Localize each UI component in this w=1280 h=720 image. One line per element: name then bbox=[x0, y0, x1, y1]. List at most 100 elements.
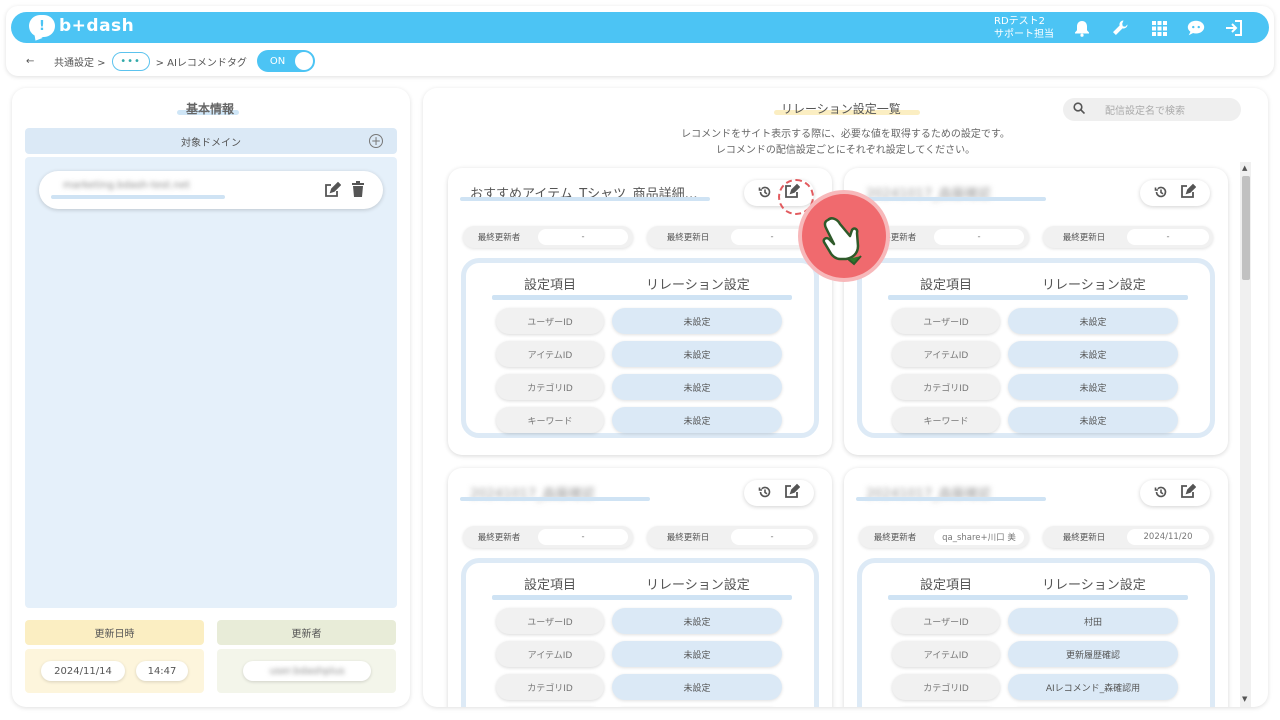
row-label: キーワード bbox=[496, 407, 604, 433]
row-label: キーワード bbox=[892, 407, 1000, 433]
history-icon[interactable] bbox=[1154, 184, 1168, 203]
relation-table: 設定項目 リレーション設定 ユーザーID 村田 アイテムID 更新履歴確認 カテゴリID… bbox=[857, 558, 1215, 707]
search-input[interactable]: 配信設定名で検索 bbox=[1063, 98, 1241, 121]
relation-value[interactable]: 未設定 bbox=[612, 374, 782, 400]
relation-value[interactable]: 村田 bbox=[1008, 608, 1178, 634]
search-placeholder: 配信設定名で検索 bbox=[1105, 106, 1185, 117]
add-domain-icon[interactable]: + bbox=[369, 134, 383, 148]
description-line-1: レコメンドをサイト表示する際に、必要な値を取得するための設定です。 bbox=[681, 129, 1010, 140]
top-bar: ! b+dash RDテスト2 サポート担当 bbox=[11, 12, 1269, 43]
col-header-relation: リレーション設定 bbox=[1042, 578, 1146, 593]
col-header-underline bbox=[888, 295, 1188, 300]
row-label: ユーザーID bbox=[496, 608, 604, 634]
history-icon[interactable] bbox=[1154, 484, 1168, 503]
scroll-thumb[interactable] bbox=[1242, 176, 1250, 280]
back-arrow-icon[interactable]: ← bbox=[26, 56, 40, 67]
last-updater-box: 最終更新者 - bbox=[463, 226, 633, 248]
col-header-underline bbox=[492, 295, 792, 300]
domain-header-label: 対象ドメイン bbox=[181, 137, 241, 149]
row-label: ユーザーID bbox=[892, 308, 1000, 334]
logout-icon[interactable] bbox=[1224, 18, 1244, 38]
relation-value[interactable]: AIレコメンド_森確認用 bbox=[1008, 674, 1178, 700]
chat-support-icon[interactable] bbox=[1186, 18, 1206, 38]
domain-value: marketing.bdash-test.net bbox=[63, 180, 190, 191]
last-updated-box: 最終更新日 - bbox=[647, 526, 817, 548]
updated-at-header: 更新日時 bbox=[25, 620, 204, 645]
edit-icon[interactable] bbox=[323, 181, 342, 203]
relation-value[interactable]: 未設定 bbox=[1008, 407, 1178, 433]
apps-grid-icon[interactable] bbox=[1149, 18, 1169, 38]
history-icon[interactable] bbox=[758, 484, 772, 503]
row-label: アイテムID bbox=[496, 641, 604, 667]
relation-card: 20241017_森藤確認 最終更新者 qa_share+川口 美 最終更新日 … bbox=[844, 468, 1228, 707]
relation-table: 設定項目 リレーション設定 ユーザーID 未設定 アイテムID 未設定 カテゴリID 未設… bbox=[461, 258, 819, 438]
history-icon[interactable] bbox=[758, 184, 772, 203]
description-line-2: レコメンドの配信設定ごとにそれぞれ設定してください。 bbox=[715, 145, 976, 156]
relation-table: 設定項目 リレーション設定 ユーザーID 未設定 アイテムID 未設定 カテゴリID 未設… bbox=[461, 558, 819, 707]
scroll-down-icon[interactable]: ▼ bbox=[1242, 695, 1247, 703]
domain-header: 対象ドメイン + bbox=[25, 128, 397, 154]
row-label: アイテムID bbox=[892, 641, 1000, 667]
relation-table: 設定項目 リレーション設定 ユーザーID 未設定 アイテムID 未設定 カテゴリID 未設… bbox=[857, 258, 1215, 438]
on-toggle[interactable]: ON bbox=[256, 50, 315, 72]
row-label: カテゴリID bbox=[496, 674, 604, 700]
col-header-item: 設定項目 bbox=[524, 578, 577, 593]
card-actions bbox=[1140, 180, 1210, 206]
relation-value[interactable]: 未設定 bbox=[612, 608, 782, 634]
app-header: ! b+dash RDテスト2 サポート担当 ← 共通設定 > ••• > AI… bbox=[6, 6, 1274, 76]
edit-icon[interactable] bbox=[1180, 483, 1197, 503]
relations-title: リレーション設定一覧 bbox=[781, 102, 901, 116]
row-label: カテゴリID bbox=[496, 374, 604, 400]
breadcrumb-common-settings[interactable]: 共通設定 > bbox=[54, 54, 106, 69]
updater-header: 更新者 bbox=[217, 620, 396, 645]
user-info[interactable]: RDテスト2 サポート担当 bbox=[994, 15, 1054, 41]
relation-value[interactable]: 未設定 bbox=[1008, 308, 1178, 334]
card-actions bbox=[1140, 480, 1210, 506]
last-updater-value: - bbox=[538, 529, 628, 545]
col-header-relation: リレーション設定 bbox=[1042, 278, 1146, 293]
updater-body: user.bdashplus bbox=[217, 649, 396, 693]
last-updater-value: qa_share+川口 美 bbox=[934, 529, 1024, 545]
last-updater-box: 最終更新者 - bbox=[463, 526, 633, 548]
row-label: ユーザーID bbox=[496, 308, 604, 334]
logo-bubble-icon: ! bbox=[29, 15, 55, 37]
relation-card: おすすめアイテム_Tシャツ_商品詳細… 最終更新者 - 最終更新日 - 設定項目 bbox=[448, 168, 832, 455]
last-updated-value: 2024/11/20 bbox=[1127, 529, 1209, 545]
row-label: アイテムID bbox=[892, 341, 1000, 367]
last-updater-label: 最終更新者 bbox=[477, 533, 521, 543]
last-updated-label: 最終更新日 bbox=[1062, 233, 1106, 243]
relation-value[interactable]: 未設定 bbox=[612, 674, 782, 700]
relation-value[interactable]: 未設定 bbox=[612, 308, 782, 334]
last-updated-box: 最終更新日 - bbox=[647, 226, 817, 248]
relation-value[interactable]: 更新履歴確認 bbox=[1008, 641, 1178, 667]
domain-underline bbox=[51, 195, 225, 199]
edit-icon[interactable] bbox=[1180, 183, 1197, 203]
last-updater-value: - bbox=[538, 229, 628, 245]
logo[interactable]: ! b+dash bbox=[29, 15, 134, 37]
relation-value[interactable]: 未設定 bbox=[1008, 374, 1178, 400]
logo-text: b+dash bbox=[59, 16, 135, 36]
relation-card: 20241017_森藤確認 最終更新者 - 最終更新日 - 設定項目 リレーショ… bbox=[844, 168, 1228, 455]
relation-value[interactable]: 未設定 bbox=[612, 341, 782, 367]
scroll-up-icon[interactable]: ▲ bbox=[1242, 164, 1247, 172]
col-header-item: 設定項目 bbox=[524, 278, 577, 293]
relation-value[interactable]: 未設定 bbox=[612, 641, 782, 667]
trash-icon[interactable] bbox=[351, 181, 365, 201]
basic-info-panel: 基本情報 対象ドメイン + marketing.bdash-test.net 更… bbox=[12, 88, 410, 707]
wrench-icon[interactable] bbox=[1110, 18, 1130, 38]
basic-info-title: 基本情報 bbox=[186, 102, 235, 116]
relation-card: 20241017_森藤確認 最終更新者 - 最終更新日 - 設定項目 リレーショ… bbox=[448, 468, 832, 707]
last-updated-label: 最終更新日 bbox=[666, 533, 710, 543]
card-title-underline bbox=[856, 197, 1046, 201]
updated-at-body: 2024/11/14 14:47 bbox=[25, 649, 204, 693]
relation-value[interactable]: 未設定 bbox=[1008, 341, 1178, 367]
card-title-underline bbox=[460, 197, 710, 201]
bell-icon[interactable] bbox=[1072, 18, 1092, 38]
last-updater-label: 最終更新者 bbox=[873, 533, 917, 543]
breadcrumb-more-button[interactable]: ••• bbox=[111, 51, 150, 71]
breadcrumb: ← 共通設定 > ••• > AIレコメンドタグ ON bbox=[26, 50, 315, 72]
edit-icon[interactable] bbox=[784, 483, 801, 503]
card-title-underline bbox=[856, 497, 1046, 501]
col-header-item: 設定項目 bbox=[920, 278, 973, 293]
relation-value[interactable]: 未設定 bbox=[612, 407, 782, 433]
